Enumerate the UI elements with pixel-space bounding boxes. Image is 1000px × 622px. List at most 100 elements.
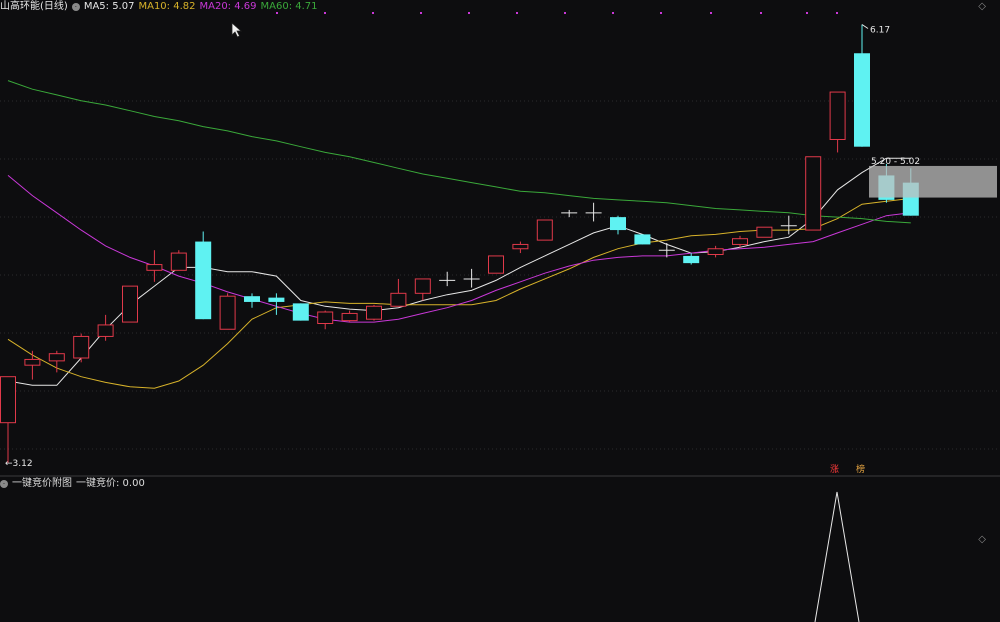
candle-body-0	[0, 376, 16, 424]
candle-body-9	[219, 295, 236, 330]
candle-body-6	[146, 264, 163, 271]
candle-24	[585, 202, 602, 222]
candle-body-5	[122, 285, 138, 323]
mouse-cursor-icon	[231, 22, 243, 38]
stock-title[interactable]: 山高环能(日线)	[0, 0, 68, 13]
candle-body-26	[634, 234, 651, 245]
chart-canvas[interactable]: 6.17 ←3.12 5.20 - 5.02	[0, 0, 1000, 622]
candle-17	[414, 278, 431, 301]
candle-body-20	[488, 255, 504, 274]
candle-body-11	[268, 297, 285, 302]
candle-26	[634, 234, 651, 245]
subchart-value: 一键竞价: 0.00	[76, 478, 145, 489]
candle-35	[854, 24, 870, 147]
top-marker-10	[760, 12, 762, 14]
subchart-title[interactable]: 一键竞价附图	[12, 477, 72, 490]
candle-body-10	[244, 296, 260, 302]
candle-21	[512, 241, 529, 254]
ma20-line	[7, 175, 911, 323]
candle-8	[195, 231, 212, 320]
candle-body-4	[97, 324, 114, 337]
candle-2	[48, 350, 65, 373]
candle-20	[488, 255, 504, 274]
settings-dot-icon[interactable]: ·	[71, 2, 80, 11]
candle-4	[97, 314, 114, 341]
candle-16	[390, 278, 407, 307]
candle-7	[170, 250, 187, 271]
candle-body-25	[610, 217, 626, 231]
top-marker-11	[806, 12, 808, 14]
candle-23	[561, 209, 578, 218]
top-marker-7	[612, 12, 614, 14]
menu-diamond-icon[interactable]: ◇	[978, 1, 986, 12]
candle-body-17	[414, 278, 431, 294]
top-marker-9	[710, 12, 712, 14]
candle-body-13	[317, 311, 334, 324]
candle-body-16	[390, 292, 407, 307]
top-marker-8	[660, 12, 662, 14]
candle-3	[73, 333, 90, 363]
candle-11	[268, 293, 285, 315]
candle-body-30	[732, 238, 748, 245]
subchart-header: · 一键竞价附图 一键竞价: 0.00	[0, 477, 145, 490]
candle-body-7	[170, 252, 187, 271]
candle-15	[366, 304, 382, 321]
ma10-line	[7, 197, 911, 389]
ma60-line	[7, 80, 911, 224]
price-range-label: 5.20 - 5.02	[871, 157, 920, 167]
candle-body-22	[536, 219, 553, 241]
candle-12	[292, 303, 309, 321]
candle-33	[805, 156, 822, 231]
top-marker-5	[516, 12, 518, 14]
candle-19	[463, 268, 480, 288]
candle-body-31	[756, 226, 773, 238]
candle-10	[244, 293, 260, 308]
candle-body-12	[292, 303, 309, 321]
top-marker-6	[564, 12, 566, 14]
top-marker-4	[468, 12, 470, 14]
candle-body-29	[707, 248, 724, 255]
low-price-label: ←3.12	[5, 459, 33, 469]
price-range-box	[869, 165, 997, 198]
top-marker-1	[324, 12, 326, 14]
limit-up-tag: 涨	[829, 465, 839, 475]
candle-body-33	[805, 156, 822, 231]
candle-6	[146, 250, 163, 282]
candle-body-34	[829, 91, 846, 140]
ma60-value: MA60: 4.71	[260, 1, 318, 12]
candle-13	[317, 310, 334, 330]
candle-18	[439, 271, 456, 287]
candle-0	[0, 376, 16, 463]
candle-body-15	[366, 305, 382, 320]
ma20-value: MA20: 4.69	[199, 1, 257, 12]
subchart-settings-dot-icon[interactable]: ·	[0, 479, 8, 488]
candle-5	[122, 285, 138, 323]
candle-body-8	[195, 241, 212, 320]
candle-28	[683, 253, 700, 265]
candle-body-2	[48, 353, 65, 362]
bidding-spike-line	[814, 491, 860, 622]
ma5-value: MA5: 5.07	[83, 1, 135, 12]
subchart-menu-diamond-icon[interactable]: ◇	[978, 534, 986, 545]
high-pointer	[861, 24, 869, 29]
candle-34	[829, 91, 846, 153]
candle-body-3	[73, 335, 90, 359]
candle-9	[219, 293, 236, 330]
candle-29	[707, 245, 724, 258]
main-chart-header: 山高环能(日线) · MA5: 5.07 MA10: 4.82 MA20: 4.…	[0, 0, 318, 13]
candle-body-35	[854, 53, 870, 147]
candle-25	[610, 215, 626, 235]
candle-22	[536, 219, 553, 241]
ma5-line	[7, 157, 911, 386]
candle-1	[24, 350, 41, 380]
ma10-value: MA10: 4.82	[138, 1, 196, 12]
candle-body-1	[24, 358, 41, 366]
high-price-label: 6.17	[870, 26, 890, 36]
candle-32	[780, 215, 797, 235]
rank-tag: 榜	[855, 465, 865, 475]
candle-body-28	[683, 255, 700, 264]
candle-31	[756, 226, 773, 238]
top-marker-2	[372, 12, 374, 14]
top-marker-12	[836, 12, 838, 14]
candle-14	[341, 310, 358, 323]
